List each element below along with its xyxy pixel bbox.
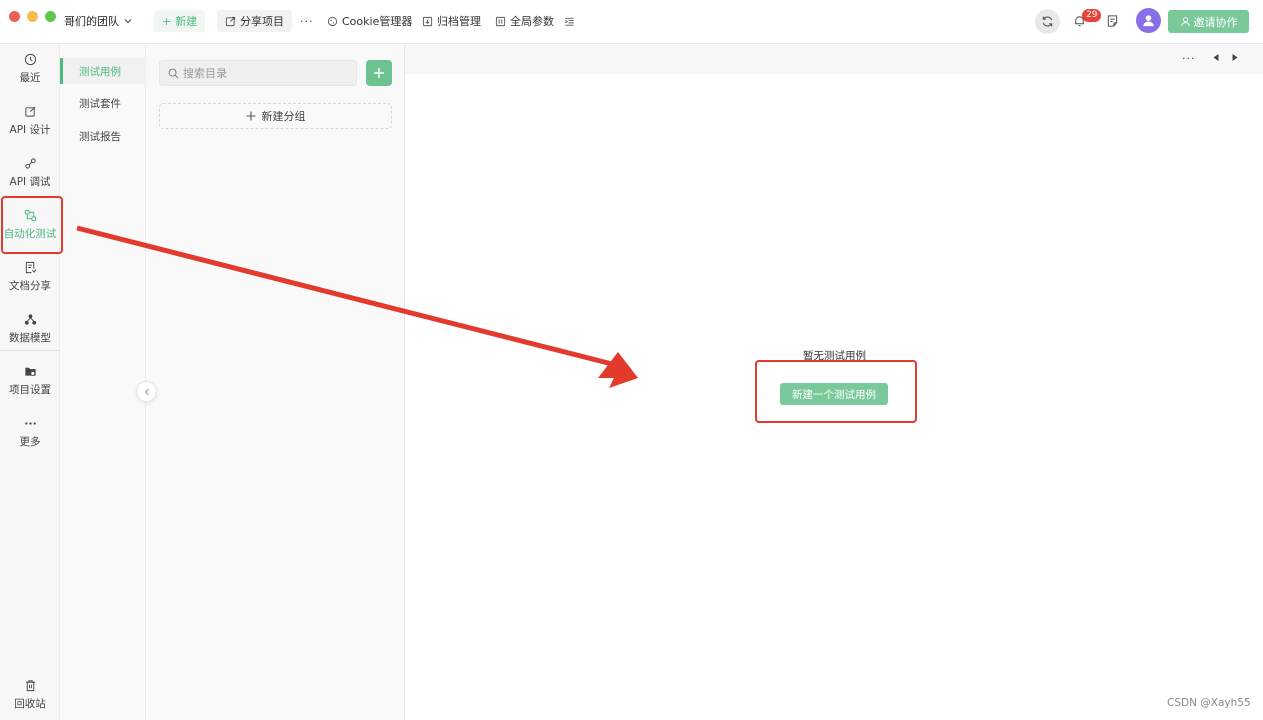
nav-divider	[0, 350, 60, 351]
nav-label: 数据模型	[9, 332, 51, 344]
more-label: ···	[300, 14, 314, 28]
search-box[interactable]	[159, 60, 357, 86]
archive-label: 归档管理	[437, 15, 481, 28]
plus-icon: +	[162, 14, 172, 28]
main-toolbar: ···	[405, 44, 1263, 74]
close-window-button[interactable]	[9, 11, 20, 22]
clock-icon	[24, 53, 36, 66]
more-icon	[24, 422, 36, 425]
nav-item-project-settings[interactable]: 项目设置	[0, 356, 60, 406]
watermark: CSDN @Xayh55	[1167, 697, 1251, 709]
nav-item-recent[interactable]: 最近	[0, 44, 60, 94]
share-label: 分享项目	[240, 15, 284, 28]
annotation-box-automation	[1, 196, 63, 254]
title-bar: 哥们的团队 + 新建 分享项目 ··· Cookie管理器 归档管理 全局参数 …	[0, 0, 1263, 44]
search-input[interactable]	[183, 66, 343, 80]
minimize-window-button[interactable]	[27, 11, 38, 22]
nav-item-api-design[interactable]: API 设计	[0, 96, 60, 146]
team-selector[interactable]: 哥们的团队	[64, 13, 133, 29]
share-project-button[interactable]: 分享项目	[217, 10, 292, 32]
global-params-button[interactable]: 全局参数	[487, 10, 562, 32]
chevron-down-icon	[124, 19, 132, 24]
new-button[interactable]: + 新建	[154, 10, 206, 32]
invite-label: 邀请协作	[1193, 15, 1238, 29]
nav-item-data-model[interactable]: 数据模型	[0, 304, 60, 354]
window-controls	[9, 11, 56, 22]
chevron-left-icon	[144, 388, 149, 395]
search-icon	[168, 68, 179, 78]
document-icon	[25, 261, 36, 274]
notification-badge: 29	[1082, 9, 1102, 22]
user-icon	[1143, 15, 1154, 27]
left-nav: 最近 API 设计 API 调试 自动化测试 文档分享 数据模型 项目设置 更多…	[0, 44, 60, 720]
caret-right-icon[interactable]	[1231, 53, 1239, 62]
nav-label: API 设计	[9, 124, 51, 136]
sub-nav: 测试用例 测试套件 测试报告	[60, 44, 146, 720]
nav-label: 文档分享	[9, 280, 51, 292]
main-content: ··· 暂无测试用例 新建一个测试用例 CSDN @Xayh55	[405, 44, 1263, 720]
new-group-label: 新建分组	[261, 110, 306, 123]
team-name: 哥们的团队	[64, 15, 119, 28]
params-icon	[495, 16, 506, 26]
menu-collapse-button[interactable]	[556, 10, 583, 32]
cookie-icon	[327, 16, 338, 26]
nav-item-trash[interactable]: 回收站	[0, 670, 60, 720]
nav-item-api-debug[interactable]: API 调试	[0, 148, 60, 198]
maximize-window-button[interactable]	[45, 11, 56, 22]
sync-icon	[1042, 16, 1053, 27]
invite-button[interactable]: 邀请协作	[1168, 10, 1249, 33]
folder-settings-icon	[24, 367, 36, 376]
edit-icon	[24, 106, 35, 117]
global-label: 全局参数	[510, 15, 554, 28]
trash-icon	[25, 680, 35, 692]
nav-label: 更多	[19, 436, 41, 448]
avatar[interactable]	[1136, 8, 1161, 33]
new-label: 新建	[175, 15, 198, 28]
nav-item-more[interactable]: 更多	[0, 408, 60, 458]
nav-label: 最近	[19, 72, 41, 84]
collapse-panel-button[interactable]	[136, 381, 157, 402]
notes-icon[interactable]	[1106, 14, 1119, 28]
plus-icon	[246, 111, 255, 121]
nav-item-doc-share[interactable]: 文档分享	[0, 252, 60, 302]
nav-label: 回收站	[14, 698, 46, 710]
user-outline-icon	[1180, 17, 1190, 27]
tab-test-reports[interactable]: 测试报告	[60, 123, 146, 149]
archive-button[interactable]: 归档管理	[414, 10, 489, 32]
share-icon	[225, 16, 236, 26]
debug-icon	[24, 158, 36, 169]
cookie-manager-button[interactable]: Cookie管理器	[319, 10, 420, 32]
tab-test-cases[interactable]: 测试用例	[60, 58, 146, 84]
sync-button[interactable]	[1035, 9, 1060, 34]
tabs-more-button[interactable]: ···	[1182, 52, 1196, 65]
plus-icon	[374, 68, 384, 78]
add-button[interactable]	[366, 60, 392, 86]
nav-label: 项目设置	[9, 384, 51, 396]
cookie-label: Cookie管理器	[342, 15, 413, 28]
annotation-box-create	[755, 360, 917, 423]
new-group-button[interactable]: 新建分组	[159, 103, 392, 129]
archive-icon	[422, 16, 433, 26]
directory-panel: 新建分组	[146, 44, 405, 720]
caret-left-icon[interactable]	[1212, 53, 1220, 62]
nav-label: API 调试	[9, 176, 51, 188]
model-icon	[24, 314, 36, 325]
more-button[interactable]: ···	[292, 10, 322, 32]
indent-icon	[565, 17, 574, 26]
tab-test-suites[interactable]: 测试套件	[60, 90, 146, 116]
